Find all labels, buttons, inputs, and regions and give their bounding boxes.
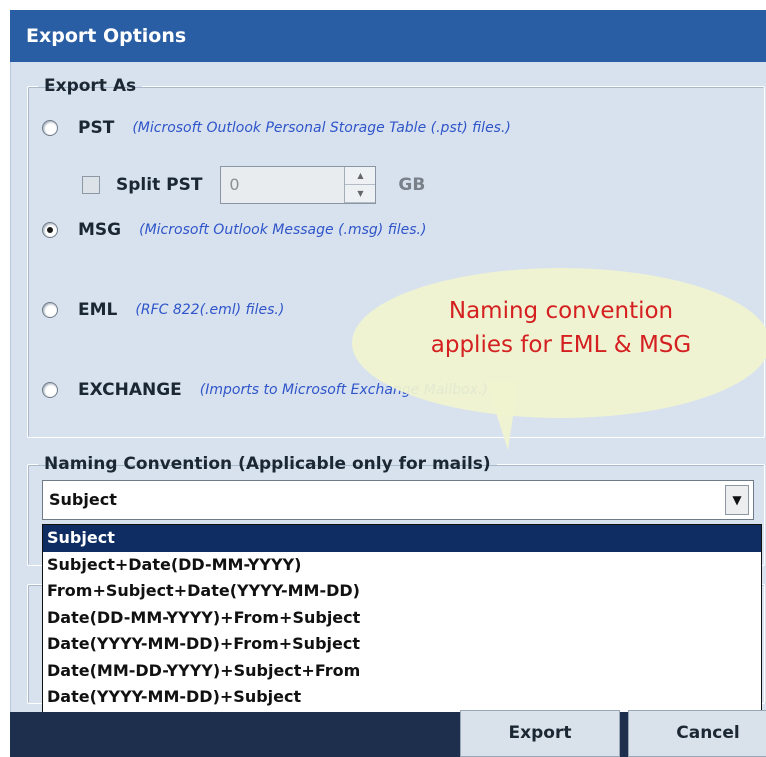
spin-up-icon[interactable]: ▲ — [345, 167, 376, 185]
callout-tail — [486, 382, 518, 450]
window-title: Export Options — [10, 10, 766, 62]
naming-convention-dropdown[interactable]: Subject Subject+Date(DD-MM-YYYY) From+Su… — [42, 524, 762, 716]
split-size-value[interactable]: 0 — [221, 167, 344, 203]
option-eml[interactable]: EML (RFC 822(.eml) files.) — [42, 300, 284, 320]
option-exchange-label: EXCHANGE — [78, 380, 182, 400]
split-pst-row: Split PST 0 ▲ ▼ GB — [82, 166, 425, 204]
cancel-button[interactable]: Cancel — [628, 710, 766, 757]
dropdown-item[interactable]: Date(YYYY-MM-DD)+Subject — [43, 684, 761, 711]
option-pst-label: PST — [78, 118, 115, 138]
export-button[interactable]: Export — [460, 710, 620, 757]
split-unit-label: GB — [398, 175, 426, 195]
radio-exchange[interactable] — [42, 382, 58, 398]
option-msg-label: MSG — [78, 220, 122, 240]
dropdown-item[interactable]: From+Subject+Date(YYYY-MM-DD) — [43, 578, 761, 605]
export-as-legend: Export As — [44, 76, 137, 96]
export-options-window: Export Options Export As Naming Conventi… — [10, 10, 766, 757]
radio-msg[interactable] — [42, 222, 58, 238]
radio-eml[interactable] — [42, 302, 58, 318]
callout-line-2: applies for EML & MSG — [430, 332, 692, 358]
radio-pst[interactable] — [42, 120, 58, 136]
dropdown-item[interactable]: Date(YYYY-MM-DD)+From+Subject — [43, 631, 761, 658]
callout-text: Naming convention applies for EML & MSG — [352, 294, 766, 362]
split-pst-label: Split PST — [116, 175, 203, 195]
naming-convention-select[interactable]: Subject ▼ — [42, 480, 754, 520]
naming-convention-value: Subject — [49, 490, 117, 509]
option-pst[interactable]: PST (Microsoft Outlook Personal Storage … — [42, 118, 511, 138]
split-pst-checkbox[interactable] — [82, 176, 100, 194]
option-eml-label: EML — [78, 300, 118, 320]
dropdown-item[interactable]: Subject — [43, 525, 761, 552]
dropdown-item[interactable]: Subject+Date(DD-MM-YYYY) — [43, 552, 761, 579]
option-pst-desc: (Microsoft Outlook Personal Storage Tabl… — [132, 120, 511, 136]
callout-line-1: Naming convention — [448, 298, 674, 324]
dropdown-item[interactable]: Date(DD-MM-YYYY)+From+Subject — [43, 605, 761, 632]
dropdown-item[interactable]: Date(MM-DD-YYYY)+Subject+From — [43, 658, 761, 685]
option-msg-desc: (Microsoft Outlook Message (.msg) files.… — [139, 222, 427, 238]
naming-convention-legend: Naming Convention (Applicable only for m… — [44, 454, 491, 474]
spin-down-icon[interactable]: ▼ — [345, 185, 376, 203]
dropdown-arrow-icon[interactable]: ▼ — [725, 485, 749, 515]
option-msg[interactable]: MSG (Microsoft Outlook Message (.msg) fi… — [42, 220, 426, 240]
option-eml-desc: (RFC 822(.eml) files.) — [135, 302, 285, 318]
split-size-stepper[interactable]: 0 ▲ ▼ — [220, 166, 377, 204]
